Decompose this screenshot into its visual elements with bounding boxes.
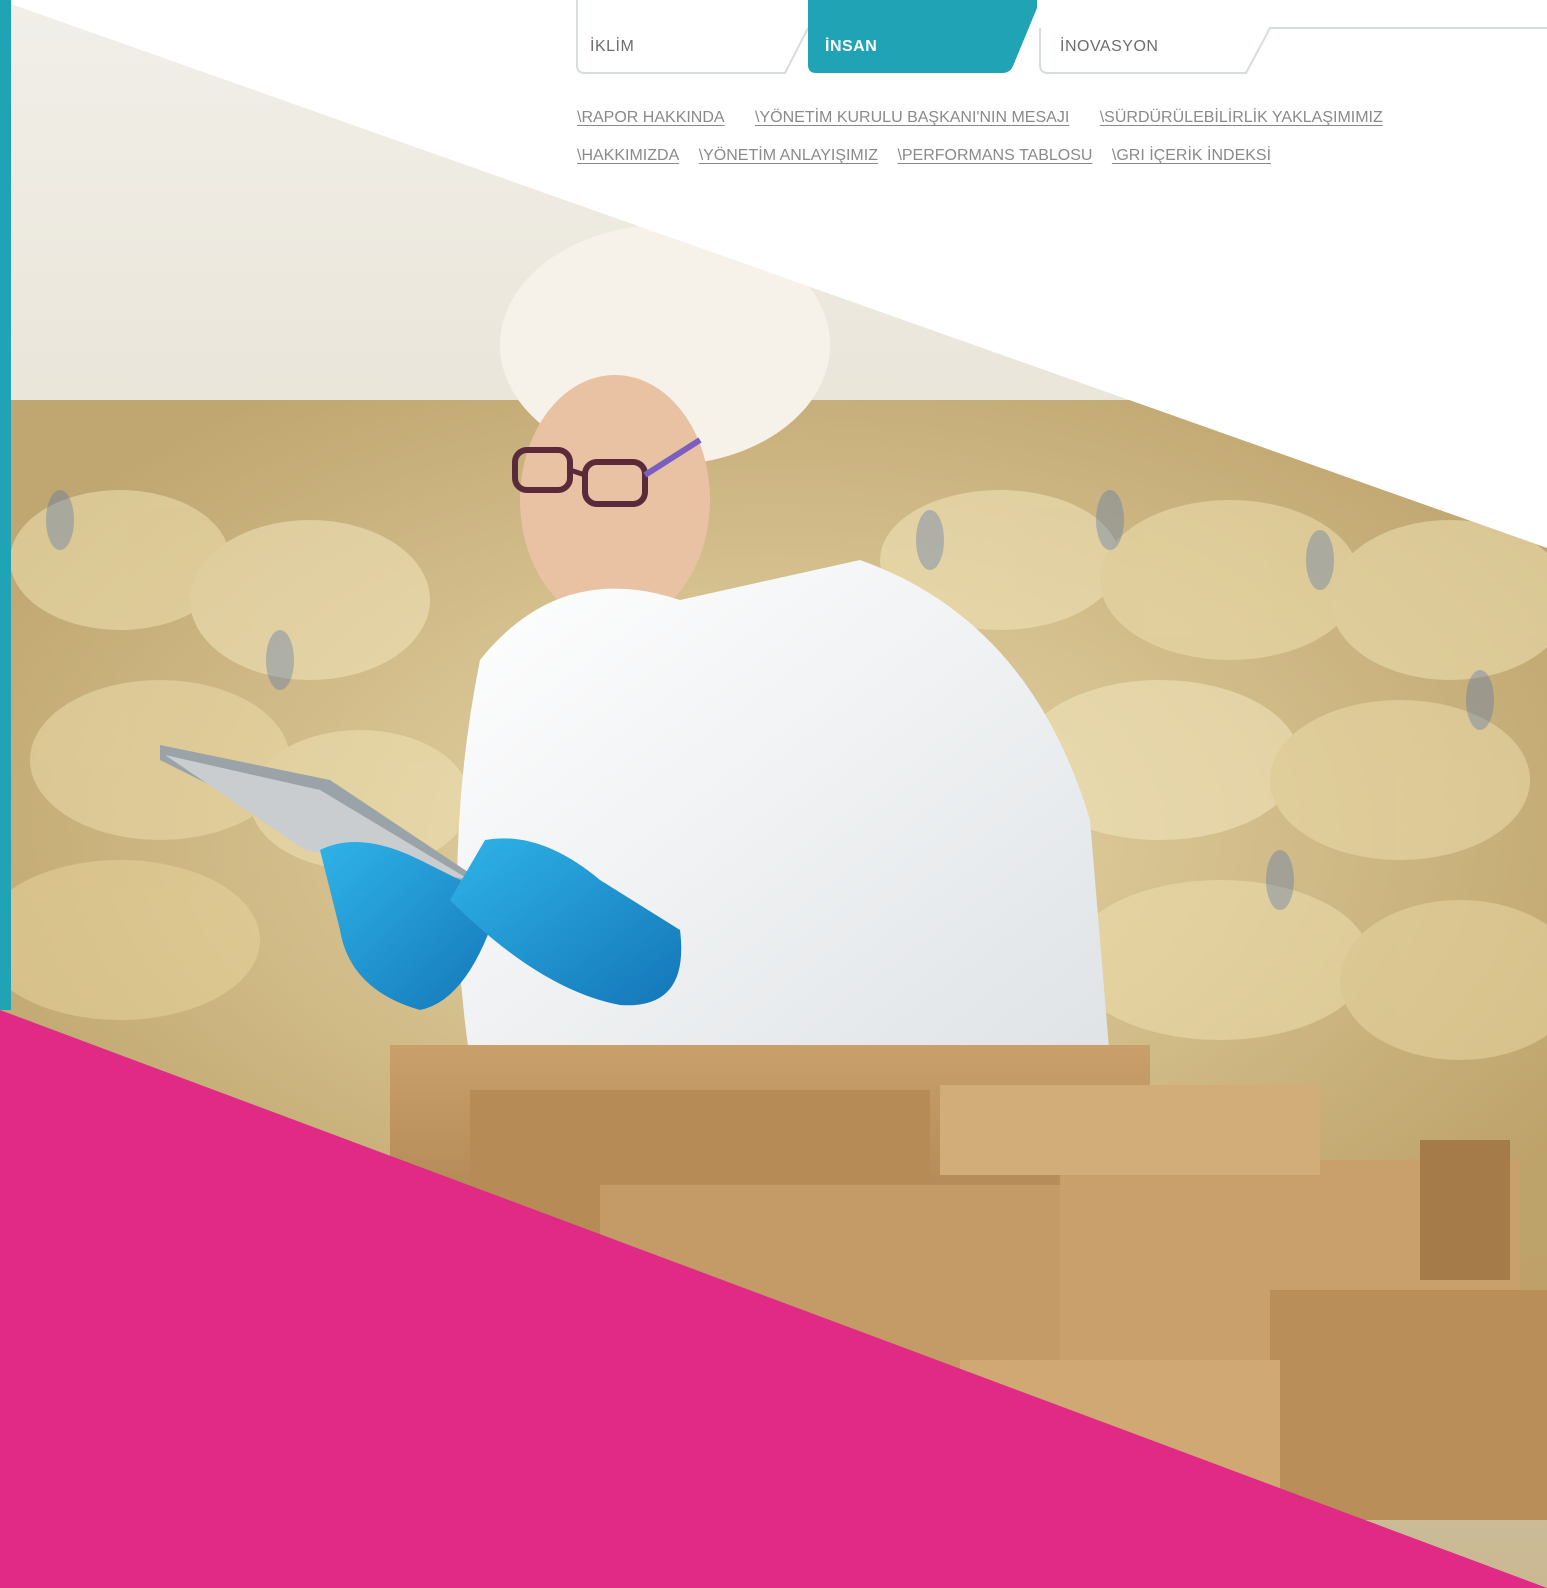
nav-link-hakkimizda[interactable]: \HAKKIMIZDA xyxy=(577,147,679,164)
tab-shapes xyxy=(576,0,1547,74)
nav-link-gri-icerik-indeksi[interactable]: \GRI İÇERİK İNDEKSİ xyxy=(1112,147,1271,164)
nav-row-primary: \RAPOR HAKKINDA \YÖNETİM KURULU BAŞKANI'… xyxy=(577,109,1409,127)
report-page: İKLİM İNSAN İNOVASYON \RAPOR HAKKINDA \Y… xyxy=(0,0,1547,1588)
accent-bar xyxy=(0,0,11,1010)
nav-link-performans-tablosu[interactable]: \PERFORMANS TABLOSU xyxy=(897,147,1092,164)
tab-inovasyon[interactable]: İNOVASYON xyxy=(1060,38,1158,56)
tab-iklim[interactable]: İKLİM xyxy=(590,38,634,56)
nav-link-rapor-hakkinda[interactable]: \RAPOR HAKKINDA xyxy=(577,109,725,126)
tab-insan[interactable]: İNSAN xyxy=(825,38,877,56)
hero-photo xyxy=(0,0,1547,1588)
nav-link-surdurulebilirlik[interactable]: \SÜRDÜRÜLEBİLİRLİK YAKLAŞIMIMIZ xyxy=(1100,109,1383,126)
nav-row-secondary: \HAKKIMIZDA \YÖNETİM ANLAYIŞIMIZ \PERFOR… xyxy=(577,147,1286,165)
section-tabs: İKLİM İNSAN İNOVASYON xyxy=(0,0,1547,90)
nav-link-baskan-mesaji[interactable]: \YÖNETİM KURULU BAŞKANI'NIN MESAJI xyxy=(755,109,1069,126)
nav-link-yonetim-anlayisimiz[interactable]: \YÖNETİM ANLAYIŞIMIZ xyxy=(699,147,878,164)
